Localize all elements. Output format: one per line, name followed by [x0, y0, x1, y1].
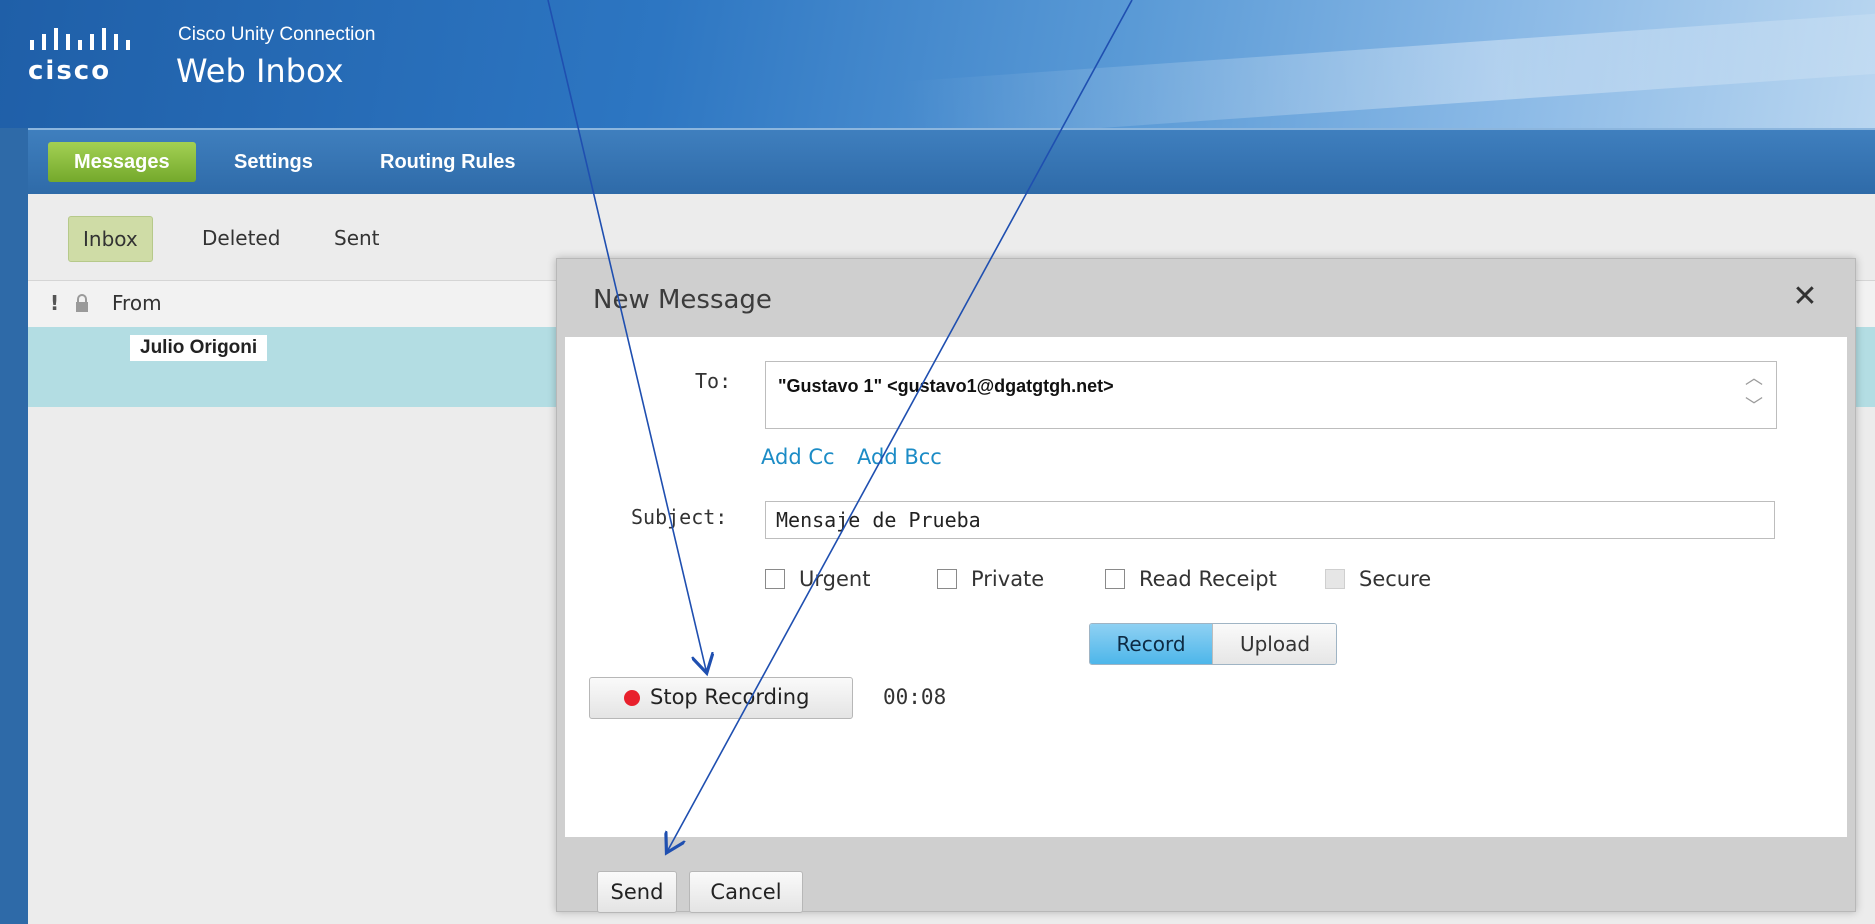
checkbox-box[interactable] — [937, 569, 957, 589]
dialog-titlebar[interactable]: New Message ✕ — [557, 259, 1855, 335]
add-bcc-link[interactable]: Add Bcc — [857, 445, 942, 469]
dialog-footer: Send Cancel — [557, 841, 1855, 913]
to-label: To: — [695, 369, 732, 393]
add-cc-link[interactable]: Add Cc — [761, 445, 835, 469]
folder-tab-deleted[interactable]: Deleted — [188, 216, 294, 260]
subject-label: Subject: — [631, 505, 728, 529]
folder-tab-sent[interactable]: Sent — [320, 216, 394, 260]
new-message-dialog: New Message ✕ To: "Gustavo 1" <gustavo1@… — [556, 258, 1856, 913]
checkbox-label: Read Receipt — [1139, 567, 1277, 591]
lock-icon[interactable] — [74, 293, 90, 318]
checkbox-label: Private — [971, 567, 1045, 591]
nav-tab-messages[interactable]: Messages — [48, 142, 196, 182]
nav-tab-settings[interactable]: Settings — [208, 142, 339, 182]
record-upload-toggle: Record Upload — [1089, 623, 1337, 665]
close-icon[interactable]: ✕ — [1785, 277, 1825, 317]
to-field[interactable]: "Gustavo 1" <gustavo1@dgatgtgh.net> ︿ ﹀ — [765, 361, 1777, 429]
chevron-down-icon[interactable]: ﹀ — [1742, 398, 1766, 416]
folder-tab-inbox[interactable]: Inbox — [68, 216, 153, 262]
checkbox-box — [1325, 569, 1345, 589]
cisco-bars-icon — [30, 28, 130, 50]
record-button[interactable]: Record — [1090, 624, 1212, 664]
nav-tab-routing-rules[interactable]: Routing Rules — [354, 142, 542, 182]
dialog-title: New Message — [593, 285, 772, 315]
main-nav: Messages Settings Routing Rules — [28, 128, 1875, 196]
cisco-wordmark: cisco — [28, 56, 112, 86]
subject-input[interactable] — [765, 501, 1775, 539]
web-inbox-window: cisco Cisco Unity Connection Web Inbox M… — [0, 0, 1875, 924]
cancel-button[interactable]: Cancel — [689, 871, 803, 913]
upload-button[interactable]: Upload — [1212, 624, 1336, 664]
to-recipient: "Gustavo 1" <gustavo1@dgatgtgh.net> — [778, 376, 1114, 396]
checkbox-box[interactable] — [765, 569, 785, 589]
checkbox-label: Secure — [1359, 567, 1432, 591]
dialog-body: To: "Gustavo 1" <gustavo1@dgatgtgh.net> … — [565, 337, 1847, 837]
chevron-up-icon[interactable]: ︿ — [1742, 370, 1766, 388]
left-border — [0, 128, 28, 924]
stop-recording-button[interactable]: Stop Recording — [589, 677, 853, 719]
checkbox-box[interactable] — [1105, 569, 1125, 589]
from-column-header[interactable]: From — [112, 291, 162, 315]
send-button[interactable]: Send — [597, 871, 677, 913]
checkbox-label: Urgent — [799, 567, 871, 591]
urgent-column-icon[interactable]: ! — [50, 291, 59, 315]
product-name: Cisco Unity Connection — [178, 24, 376, 45]
app-header: cisco Cisco Unity Connection Web Inbox — [0, 0, 1875, 128]
record-dot-icon — [624, 690, 640, 706]
recording-timer: 00:08 — [883, 685, 947, 709]
product-title: Web Inbox — [176, 52, 344, 90]
stop-recording-label: Stop Recording — [650, 685, 810, 709]
from-cell: Julio Origoni — [130, 335, 268, 361]
header-decoration — [899, 0, 1875, 128]
